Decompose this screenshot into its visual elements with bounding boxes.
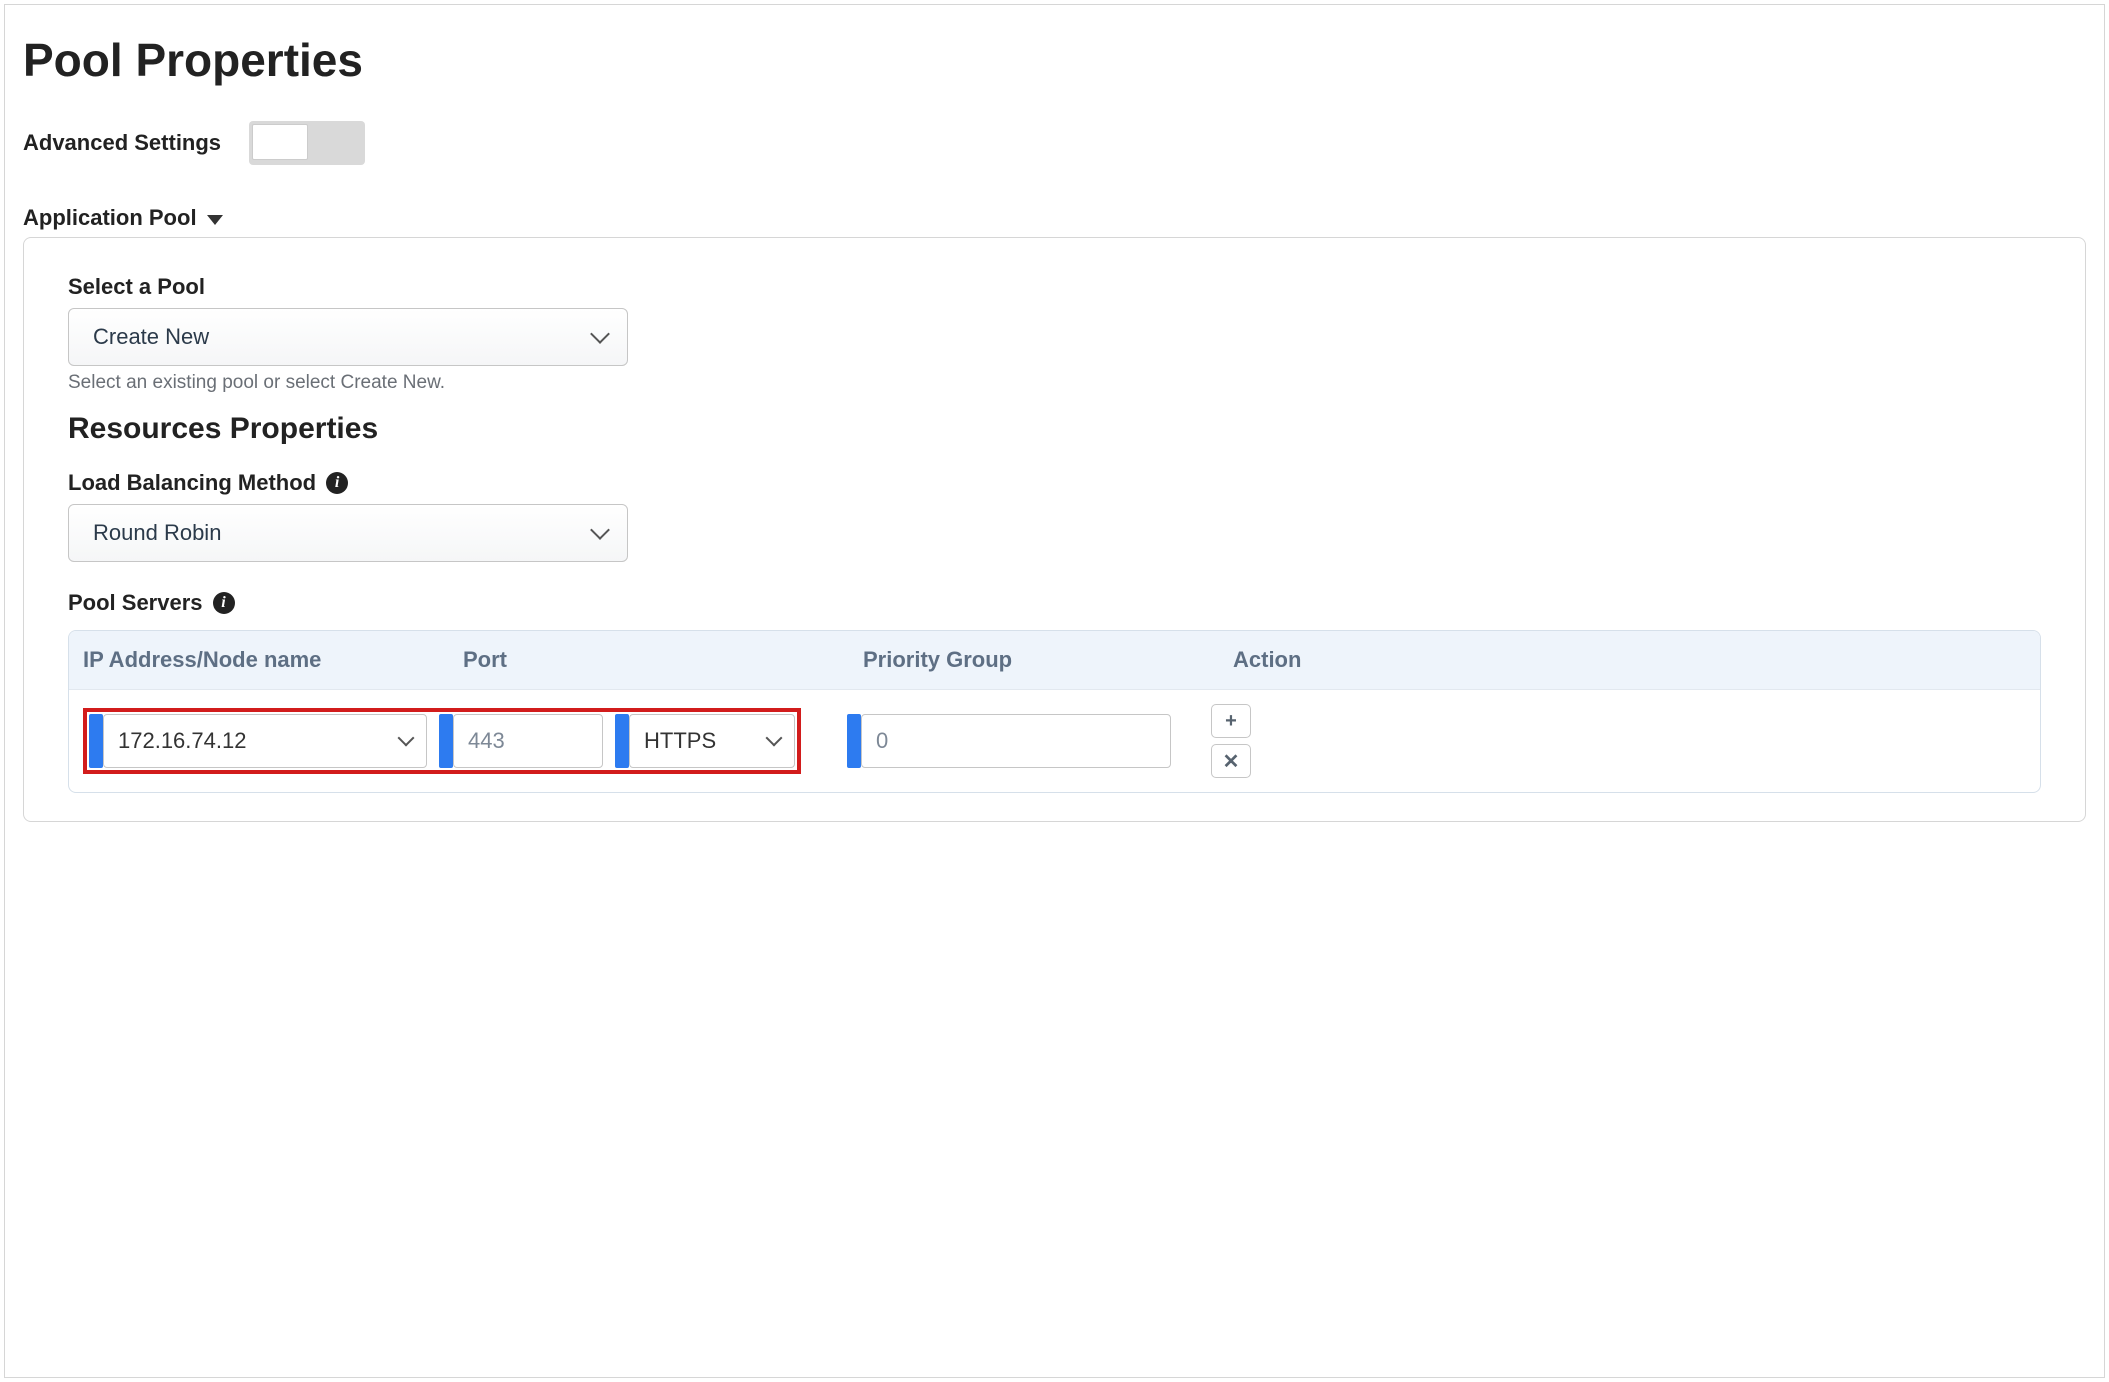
table-header: IP Address/Node name Port Priority Group… [69, 631, 2040, 689]
pool-servers-label: Pool Servers i [68, 590, 2041, 616]
blue-bar-icon [847, 714, 861, 768]
application-pool-header[interactable]: Application Pool [23, 205, 2086, 231]
toggle-knob [252, 124, 308, 160]
info-icon[interactable]: i [326, 472, 348, 494]
info-icon[interactable]: i [213, 592, 235, 614]
page-title: Pool Properties [23, 33, 2086, 87]
highlighted-fields: 172.16.74.12 443 HTTPS [83, 708, 801, 774]
chevron-down-icon [766, 730, 783, 747]
remove-row-button[interactable]: ✕ [1211, 744, 1251, 778]
application-pool-panel: Select a Pool Create New Select an exist… [23, 237, 2086, 822]
priority-input[interactable]: 0 [861, 714, 1171, 768]
ip-address-input[interactable]: 172.16.74.12 [103, 714, 427, 768]
col-header-port: Port [463, 647, 863, 673]
select-pool-value: Create New [93, 324, 209, 350]
ip-address-value: 172.16.74.12 [118, 728, 246, 754]
priority-value: 0 [876, 728, 888, 754]
priority-wrap: 0 [847, 714, 1171, 768]
close-icon: ✕ [1223, 749, 1240, 774]
chevron-down-icon [590, 324, 610, 344]
pool-properties-panel: Pool Properties Advanced Settings Applic… [4, 4, 2105, 1378]
lb-method-value: Round Robin [93, 520, 221, 546]
advanced-settings-label: Advanced Settings [23, 130, 221, 156]
port-input[interactable]: 443 [453, 714, 603, 768]
plus-icon: + [1225, 710, 1237, 733]
col-header-action: Action [1233, 647, 2026, 673]
lb-method-label: Load Balancing Method i [68, 470, 2041, 496]
table-row: 172.16.74.12 443 HTTPS [69, 689, 2040, 792]
select-pool-label: Select a Pool [68, 274, 2041, 300]
chevron-down-icon [398, 730, 415, 747]
select-pool-dropdown[interactable]: Create New [68, 308, 628, 366]
application-pool-header-label: Application Pool [23, 205, 197, 231]
advanced-settings-row: Advanced Settings [23, 121, 2086, 165]
resources-properties-title: Resources Properties [68, 412, 2041, 446]
port-value: 443 [468, 728, 505, 754]
blue-bar-icon [615, 714, 629, 768]
caret-down-icon [207, 215, 223, 225]
blue-bar-icon [89, 714, 103, 768]
lb-method-dropdown[interactable]: Round Robin [68, 504, 628, 562]
action-column: + ✕ [1211, 704, 1251, 778]
protocol-dropdown[interactable]: HTTPS [629, 714, 795, 768]
add-row-button[interactable]: + [1211, 704, 1251, 738]
chevron-down-icon [590, 520, 610, 540]
pool-servers-table: IP Address/Node name Port Priority Group… [68, 630, 2041, 793]
blue-bar-icon [439, 714, 453, 768]
select-pool-helper: Select an existing pool or select Create… [68, 372, 2041, 394]
col-header-priority: Priority Group [863, 647, 1233, 673]
lb-method-label-text: Load Balancing Method [68, 470, 316, 496]
protocol-value: HTTPS [644, 728, 716, 754]
col-header-ip: IP Address/Node name [83, 647, 463, 673]
pool-servers-label-text: Pool Servers [68, 590, 203, 616]
advanced-settings-toggle[interactable] [249, 121, 365, 165]
